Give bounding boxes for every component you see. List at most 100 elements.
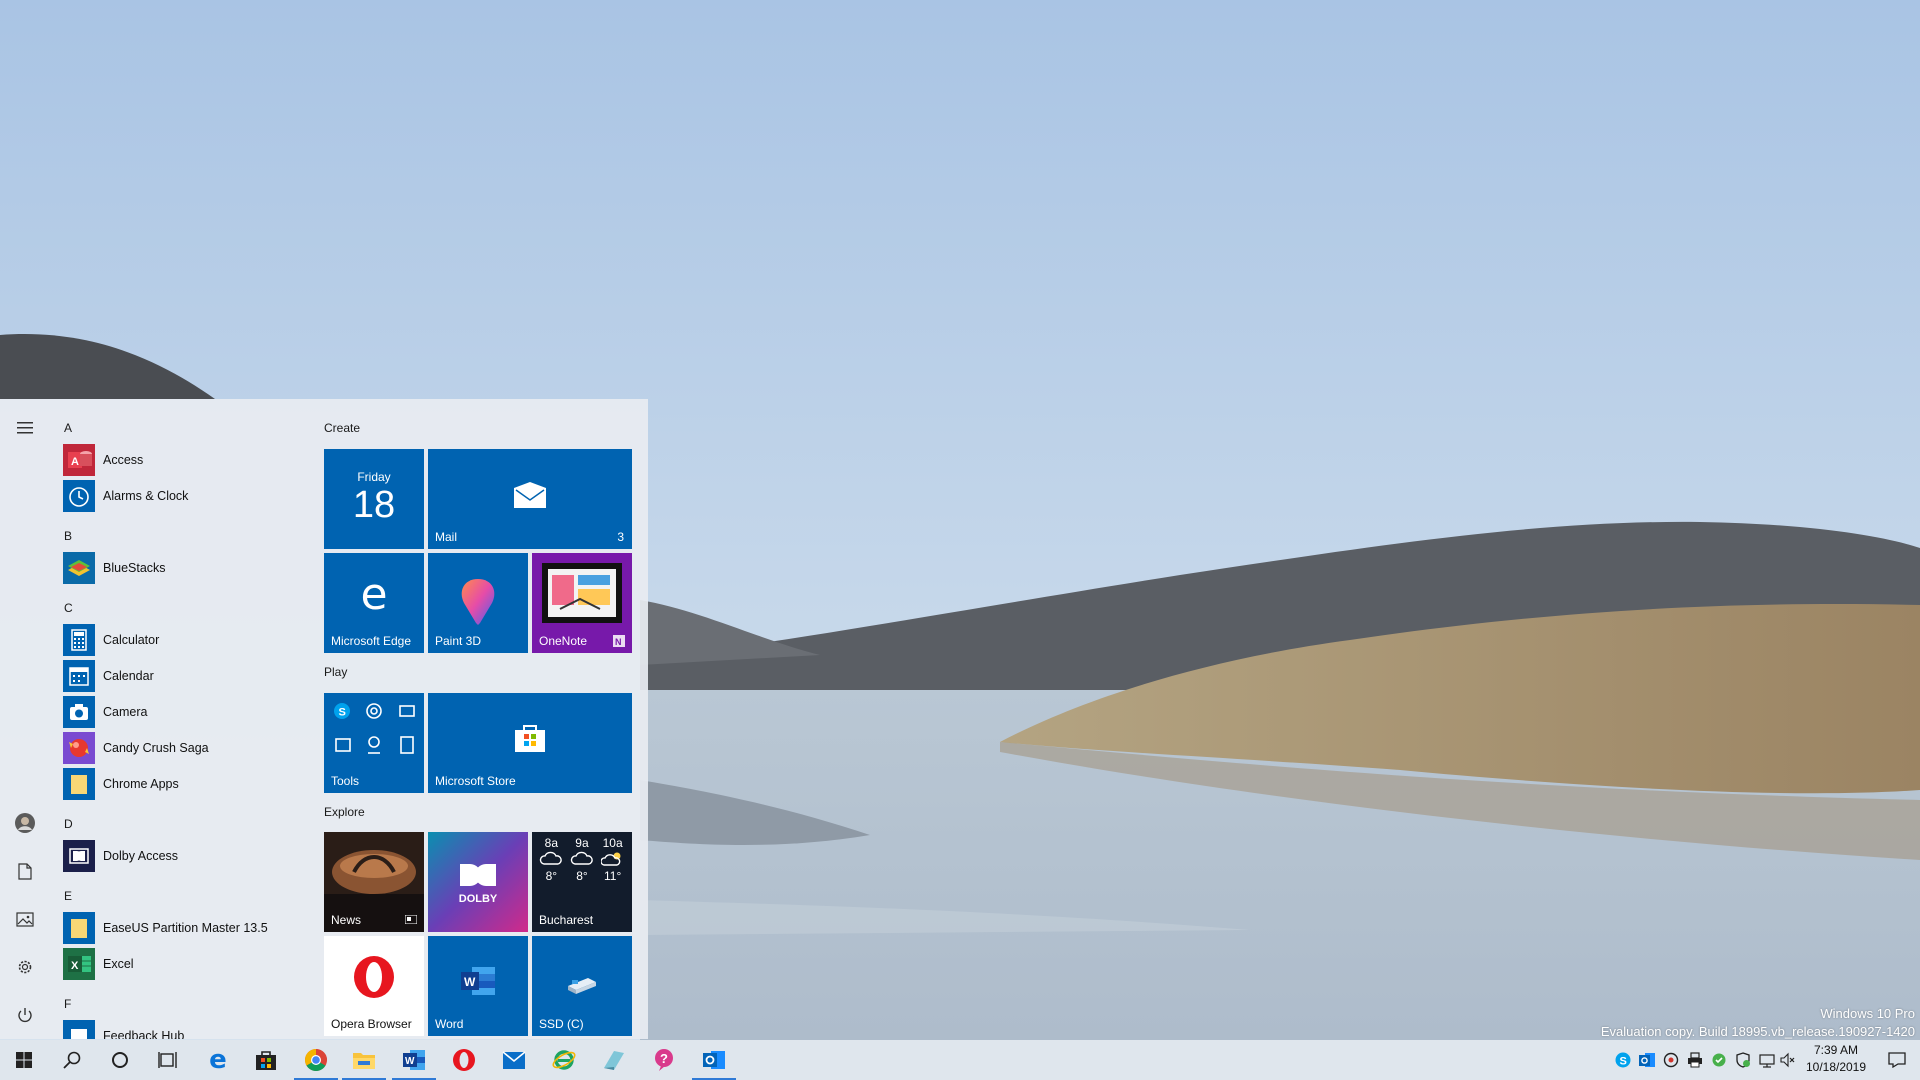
tile-microsoft-store[interactable]: Microsoft Store [428, 693, 632, 793]
forecast-hour: 9a 8° [567, 836, 597, 883]
tile-weather[interactable]: 8a 8° 9a 8° 10a 11° Bucharest [532, 832, 632, 932]
wifi-icon [1759, 1054, 1775, 1068]
tile-word[interactable]: W Word [428, 936, 528, 1036]
alarms-clock-icon [63, 480, 95, 512]
word-icon: W [403, 1050, 425, 1070]
security-icon [1712, 1053, 1726, 1067]
tray-outlook[interactable] [1635, 1040, 1659, 1080]
app-chrome-apps-folder[interactable]: Chrome Apps [63, 767, 310, 801]
letter-header-d[interactable]: D [64, 817, 73, 831]
taskbar-edge[interactable]: e [194, 1040, 242, 1080]
cortana-button[interactable] [96, 1040, 144, 1080]
power-icon [18, 1007, 32, 1022]
store-icon [256, 1051, 276, 1070]
app-calendar[interactable]: Calendar [63, 659, 310, 693]
letter-header-a[interactable]: A [64, 421, 72, 435]
taskbar-word[interactable]: W [390, 1040, 438, 1080]
chrome-icon [305, 1049, 327, 1071]
volume-muted-icon [1780, 1052, 1795, 1068]
letter-header-e[interactable]: E [64, 889, 72, 903]
hamburger-menu-button[interactable] [10, 413, 40, 443]
forecast-temp: 8° [545, 869, 558, 883]
app-camera[interactable]: Camera [63, 695, 310, 729]
bluestacks-icon [63, 552, 95, 584]
tile-microsoft-edge[interactable]: e Microsoft Edge [324, 553, 424, 653]
pictures-icon [16, 911, 34, 927]
mail-unread-badge: 3 [617, 530, 624, 544]
app-alarms-clock[interactable]: Alarms & Clock [63, 479, 310, 513]
power-button[interactable] [10, 1000, 40, 1030]
tile-calendar[interactable]: Friday 18 [324, 449, 424, 549]
user-account-button[interactable] [10, 808, 40, 838]
taskbar-mail[interactable] [490, 1040, 538, 1080]
action-center-button[interactable] [1874, 1040, 1920, 1080]
tile-dolby[interactable]: DOLBY [428, 832, 528, 932]
app-label: Excel [103, 957, 134, 971]
tray-network-app[interactable] [1659, 1040, 1683, 1080]
letter-header-f[interactable]: F [64, 997, 71, 1011]
tile-mail[interactable]: Mail 3 [428, 449, 632, 549]
svg-text:X: X [71, 960, 79, 972]
svg-text:W: W [405, 1056, 415, 1067]
app-feedback-hub[interactable]: Feedback Hub [63, 1019, 310, 1039]
start-button[interactable] [0, 1040, 48, 1080]
cloud-icon [570, 851, 593, 865]
tile-ssd-drive[interactable]: SSD (C) [532, 936, 632, 1036]
taskbar-chrome[interactable] [292, 1040, 340, 1080]
search-button[interactable] [48, 1040, 96, 1080]
group-header-explore[interactable]: Explore [324, 805, 365, 819]
taskbar-internet-explorer[interactable] [540, 1040, 588, 1080]
taskbar-file-explorer[interactable] [340, 1040, 388, 1080]
app-bluestacks[interactable]: BlueStacks [63, 551, 310, 585]
letter-header-c[interactable]: C [64, 601, 73, 615]
tile-news[interactable]: News [324, 832, 424, 932]
app-access[interactable]: A Access [63, 443, 310, 477]
tile-label: SSD (C) [539, 1017, 584, 1031]
app-dolby-access[interactable]: Dolby Access [63, 839, 310, 873]
app-list: A A Access Alarms & Clock B BlueStacks C… [50, 399, 310, 1039]
weather-location: Bucharest [539, 913, 594, 927]
app-candy-crush-saga[interactable]: Candy Crush Saga [63, 731, 310, 765]
app-label: BlueStacks [103, 561, 166, 575]
task-view-button[interactable] [144, 1040, 192, 1080]
tile-tools-folder[interactable]: S Tools [324, 693, 424, 793]
tile-paint-3d[interactable]: Paint 3D [428, 553, 528, 653]
outlook-icon [1639, 1053, 1655, 1067]
app-label: Dolby Access [103, 849, 179, 863]
tray-wifi[interactable] [1755, 1040, 1779, 1080]
tile-label: Word [435, 1017, 464, 1031]
tray-printer[interactable] [1683, 1040, 1707, 1080]
letter-header-b[interactable]: B [64, 529, 72, 543]
app-label: Candy Crush Saga [103, 741, 209, 755]
taskbar-feedback-hub[interactable]: ? [640, 1040, 688, 1080]
group-header-create[interactable]: Create [324, 421, 360, 435]
taskbar-notepad[interactable] [590, 1040, 638, 1080]
documents-button[interactable] [10, 856, 40, 886]
tray-skype[interactable]: S [1611, 1040, 1635, 1080]
tray-security[interactable] [1707, 1040, 1731, 1080]
camera-icon [63, 696, 95, 728]
group-header-play[interactable]: Play [324, 665, 347, 679]
dolby-icon [63, 840, 95, 872]
app-label: EaseUS Partition Master 13.5 [103, 921, 268, 935]
app-label: Calculator [103, 633, 160, 647]
clock-date: 10/18/2019 [1805, 1060, 1867, 1074]
taskbar-opera[interactable] [440, 1040, 488, 1080]
app-label: Feedback Hub [103, 1029, 185, 1039]
app-label: Access [103, 453, 144, 467]
tray-volume[interactable] [1779, 1040, 1797, 1080]
printer-icon [1688, 1052, 1702, 1068]
taskbar-clock[interactable]: 7:39 AM 10/18/2019 [1796, 1042, 1876, 1078]
tray-defender[interactable] [1731, 1040, 1755, 1080]
app-excel[interactable]: X Excel [63, 947, 310, 981]
edge-icon: e [360, 569, 388, 620]
settings-button[interactable] [10, 952, 40, 982]
tile-onenote[interactable]: OneNote N [532, 553, 632, 653]
app-easeus-folder[interactable]: EaseUS Partition Master 13.5 [63, 911, 310, 945]
taskbar-store[interactable] [242, 1040, 290, 1080]
pictures-button[interactable] [10, 904, 40, 934]
taskbar-outlook[interactable] [690, 1040, 738, 1080]
forecast-temp: 8° [576, 869, 588, 883]
tile-opera-browser[interactable]: Opera Browser [324, 936, 424, 1036]
app-calculator[interactable]: Calculator [63, 623, 310, 657]
